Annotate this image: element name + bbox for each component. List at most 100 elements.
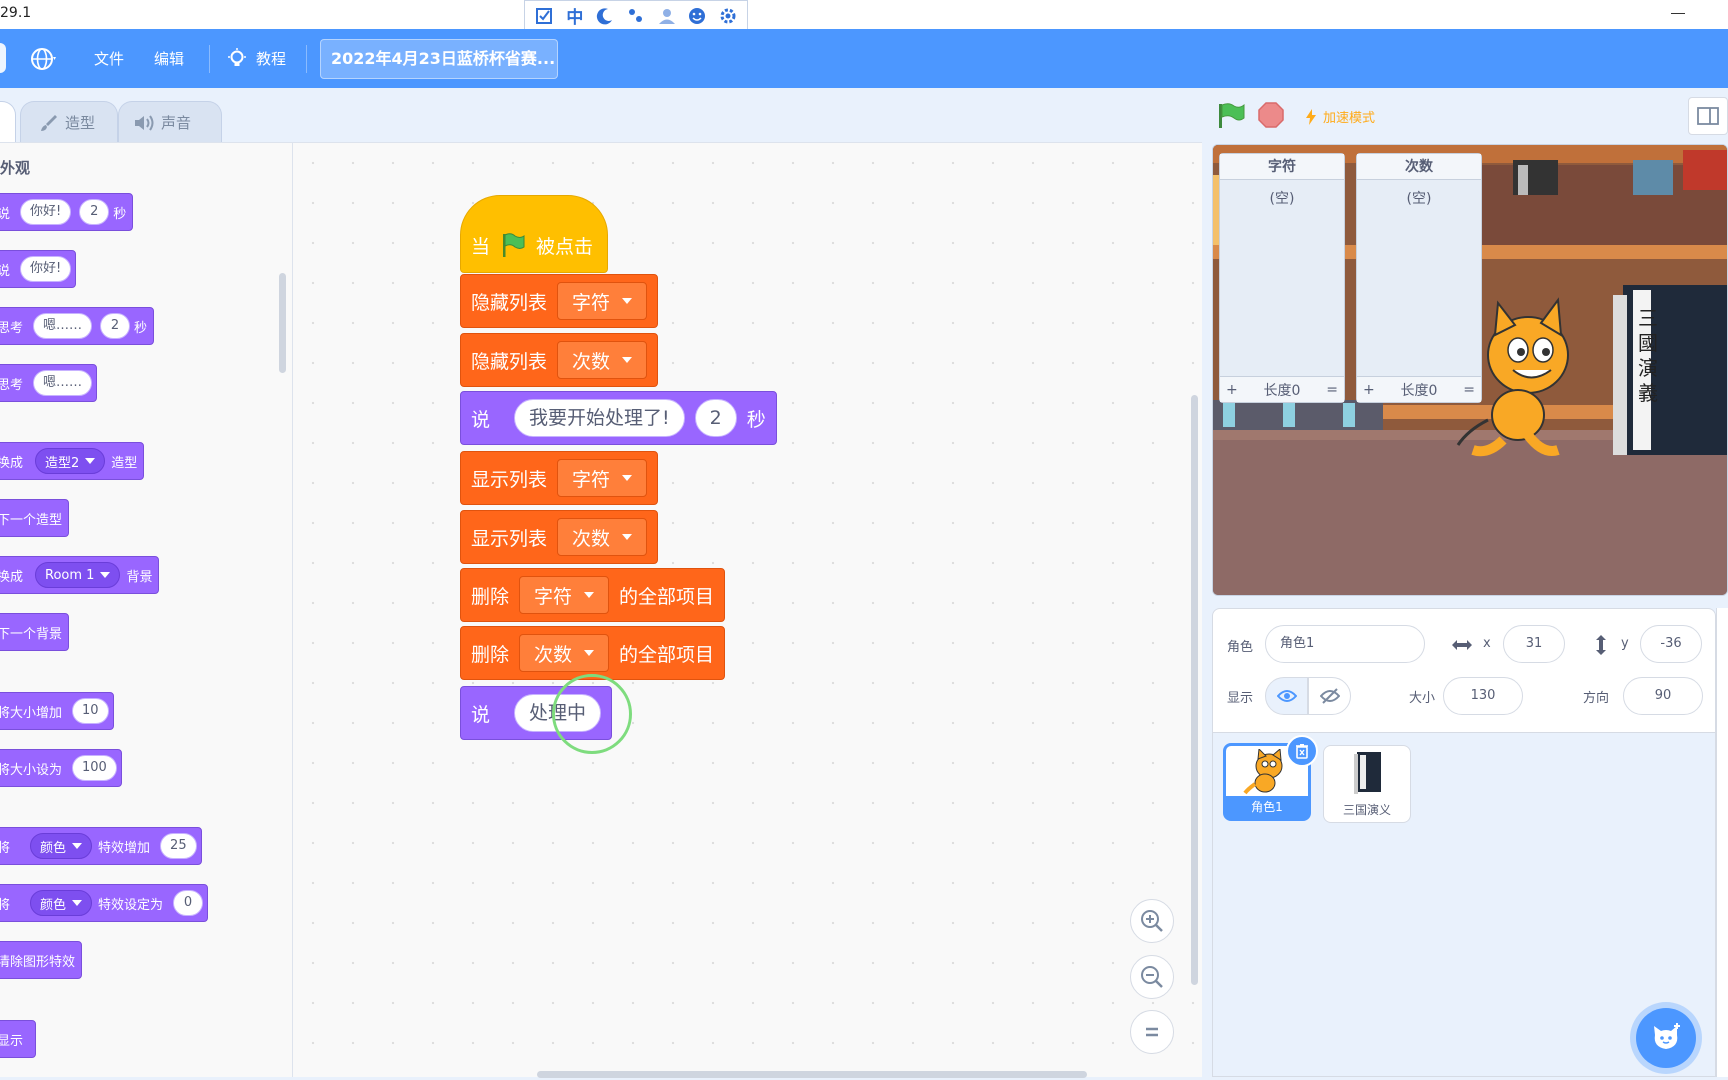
vertical-scrollbar[interactable] (1191, 395, 1198, 985)
palette-block-think-for-secs[interactable]: 思考 嗯…… 2 秒 (0, 307, 155, 345)
palette-block-switch-backdrop[interactable]: 换成 Room 1 背景 (0, 556, 160, 594)
script-area[interactable] (293, 142, 1202, 1077)
horizontal-arrows-icon (1452, 640, 1472, 650)
project-title-input[interactable]: 2022年4月23日蓝桥杯省赛... (320, 39, 558, 79)
think-text-input[interactable]: 嗯…… (33, 370, 93, 396)
show-sprite-button[interactable] (1265, 677, 1308, 715)
palette-block-switch-costume[interactable]: 换成 造型2 造型 (0, 442, 145, 480)
zoom-out-button[interactable] (1130, 955, 1174, 999)
say-text-input[interactable]: 我要开始处理了! (514, 399, 685, 437)
minimize-button[interactable] (1664, 0, 1692, 28)
layout-icon (1697, 107, 1719, 125)
say-text-input[interactable]: 你好! (20, 199, 72, 225)
secs-input[interactable]: 2 (100, 313, 131, 339)
stop-button[interactable] (1257, 101, 1285, 129)
zoom-in-button[interactable] (1130, 899, 1174, 943)
emoji-icon[interactable] (686, 5, 708, 27)
palette-block-say[interactable]: 说 你好! (0, 250, 77, 288)
palette-block-set-size[interactable]: 将大小设为 100 (0, 749, 122, 787)
list-monitor-chars[interactable]: 字符 (空) + 长度0 = (1219, 153, 1345, 403)
small-stage-button[interactable] (1688, 97, 1728, 135)
list-dropdown[interactable]: 次数 (557, 518, 648, 556)
palette-block-change-effect[interactable]: 将 颜色 特效增加 25 (0, 827, 202, 865)
window-title-bar: 29.1 (0, 0, 1728, 29)
punctuation-icon[interactable] (625, 5, 647, 27)
when-flag-clicked-block[interactable]: 当 被点击 (460, 195, 608, 273)
list-dropdown[interactable]: 次数 (519, 634, 610, 672)
zoom-out-icon (1141, 966, 1163, 988)
tutorials-label: 教程 (256, 50, 287, 68)
resize-handle[interactable]: = (1463, 382, 1475, 398)
say-for-secs-block[interactable]: 说 我要开始处理了! 2 秒 (460, 391, 777, 445)
effect-change-input[interactable]: 25 (160, 833, 197, 859)
list-dropdown[interactable]: 字符 (519, 576, 610, 614)
chinese-mode-icon[interactable]: 中 (564, 5, 586, 28)
checkbox-icon[interactable] (533, 5, 555, 27)
costume-dropdown[interactable]: 造型2 (35, 448, 106, 474)
palette-block-set-effect[interactable]: 将 颜色 特效设定为 0 (0, 884, 209, 922)
delete-all-of-list-block[interactable]: 删除 字符 的全部项目 (460, 568, 726, 622)
secs-input[interactable]: 2 (694, 399, 737, 437)
palette-block-next-costume[interactable]: 下一个造型 (0, 499, 70, 537)
file-menu[interactable]: 文件 (94, 29, 124, 88)
say-text-input[interactable]: 你好! (20, 256, 72, 282)
hide-sprite-button[interactable] (1308, 677, 1351, 715)
size-input[interactable]: 100 (72, 755, 117, 781)
show-list-block[interactable]: 显示列表 次数 (460, 510, 659, 564)
scratch-editor: 29.1 中 文件 编辑 教程 2022年4月23日蓝桥杯省赛... 造型 声音… (0, 0, 1728, 1080)
palette-block-change-size[interactable]: 将大小增加 10 (0, 692, 114, 730)
scratch-logo[interactable] (0, 43, 6, 73)
think-text-input[interactable]: 嗯…… (33, 313, 93, 339)
language-menu[interactable] (30, 29, 78, 88)
horizontal-scrollbar[interactable] (537, 1071, 1087, 1078)
delete-all-of-list-block[interactable]: 删除 次数 的全部项目 (460, 626, 726, 680)
effect-value-input[interactable]: 0 (173, 890, 204, 916)
tab-sounds-label: 声音 (161, 114, 192, 132)
show-list-block[interactable]: 显示列表 字符 (460, 451, 659, 505)
palette-scrollbar[interactable] (279, 273, 286, 373)
backdrop-dropdown[interactable]: Room 1 (35, 562, 121, 588)
palette-block-say-for-secs[interactable]: 说 你好! 2 秒 (0, 193, 134, 231)
size-input[interactable]: 130 (1443, 677, 1523, 715)
size-change-input[interactable]: 10 (72, 698, 109, 724)
resize-handle[interactable]: = (1326, 382, 1338, 398)
list-dropdown[interactable]: 字符 (557, 459, 648, 497)
y-input[interactable]: -36 (1640, 625, 1702, 663)
palette-block-think[interactable]: 思考 嗯…… (0, 364, 98, 402)
sprite-tile-book[interactable]: 三国演义 (1323, 745, 1411, 823)
zoom-reset-button[interactable] (1130, 1010, 1174, 1054)
list-dropdown[interactable]: 字符 (557, 282, 648, 320)
edit-menu[interactable]: 编辑 (154, 29, 184, 88)
tutorials-button[interactable]: 教程 (226, 29, 286, 88)
menu-bar: 文件 编辑 教程 2022年4月23日蓝桥杯省赛... (0, 29, 1728, 88)
effect-dropdown[interactable]: 颜色 (30, 890, 93, 916)
tab-costumes[interactable]: 造型 (20, 101, 118, 143)
x-input[interactable]: 31 (1503, 625, 1565, 663)
user-icon[interactable] (656, 5, 678, 27)
caret-down-icon (584, 592, 595, 598)
add-sprite-button[interactable] (1636, 1008, 1696, 1068)
gear-icon[interactable] (717, 5, 739, 27)
direction-input[interactable]: 90 (1623, 677, 1703, 715)
green-flag-button[interactable] (1216, 103, 1246, 129)
moon-icon[interactable] (594, 5, 616, 27)
palette-block-clear-effects[interactable]: 清除图形特效 (0, 941, 83, 979)
hide-list-block[interactable]: 隐藏列表 字符 (460, 274, 659, 328)
list-dropdown[interactable]: 次数 (557, 341, 648, 379)
palette-block-show[interactable]: 显示 (0, 1020, 37, 1058)
tab-code[interactable] (0, 101, 16, 143)
hide-list-block[interactable]: 隐藏列表 次数 (460, 333, 659, 387)
effect-dropdown[interactable]: 颜色 (30, 833, 93, 859)
stage-selector[interactable] (1716, 608, 1728, 1077)
palette-block-next-backdrop[interactable]: 下一个背景 (0, 613, 70, 651)
tab-sounds[interactable]: 声音 (118, 101, 222, 143)
delete-sprite-button[interactable] (1286, 735, 1318, 767)
add-item-button[interactable]: + (1226, 382, 1238, 398)
list-monitor-counts[interactable]: 次数 (空) + 长度0 = (1356, 153, 1482, 403)
add-item-button[interactable]: + (1363, 382, 1375, 398)
secs-input[interactable]: 2 (79, 199, 110, 225)
list-monitor-empty: (空) (1406, 191, 1432, 207)
stage[interactable]: 三 國 演 義 字符 (空) + 长度0 = 次数 (空) + 长度0 = (1212, 144, 1728, 596)
sprite-name-input[interactable]: 角色1 (1265, 625, 1425, 663)
book-thumbnail (1354, 752, 1381, 794)
